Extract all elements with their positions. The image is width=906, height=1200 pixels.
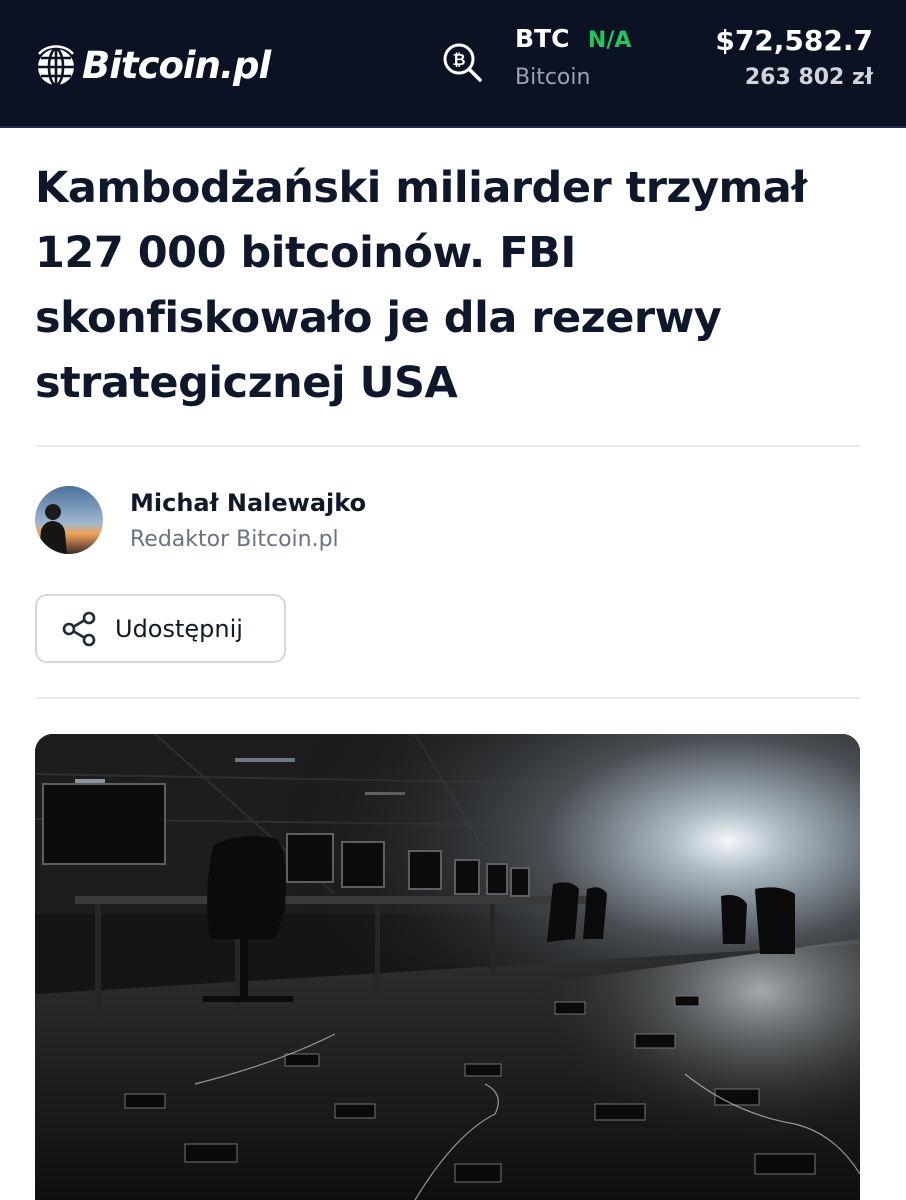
btc-ticker[interactable]: BTC N/A Bitcoin [515,24,675,90]
share-button[interactable]: Udostępnij [35,594,286,663]
ticker-symbol: BTC [515,24,570,53]
divider [35,445,860,447]
globe-logo-icon [38,45,74,87]
avatar[interactable] [35,486,103,554]
svg-text:₿: ₿ [452,50,465,69]
price-usd: $72,582.7 [715,24,873,57]
btc-price: $72,582.7 263 802 zł [715,24,873,90]
site-header: Bitcoin.pl ₿ BTC N/A Bitcoin $72,582.7 2… [0,0,906,128]
article-hero-image [35,734,860,1200]
divider [35,697,860,699]
site-logo[interactable]: Bitcoin.pl [33,30,271,100]
author-photo [35,486,103,554]
logo-text: Bitcoin.pl [82,43,271,87]
bitcoin-search-icon[interactable]: ₿ [440,40,486,86]
article-headline: Kambodżański miliarder trzymał 127 000 b… [35,163,807,408]
author-name[interactable]: Michał Nalewajko [130,489,366,517]
ticker-change: N/A [587,28,632,53]
author-role: Redaktor Bitcoin.pl [130,526,339,552]
ticker-name: Bitcoin [515,65,591,90]
share-icon [62,611,96,646]
author-block: Michał Nalewajko Redaktor Bitcoin.pl [35,486,366,554]
abandoned-office-photo [35,734,860,1200]
share-label: Udostępnij [115,614,243,643]
price-pln: 263 802 zł [744,65,873,90]
